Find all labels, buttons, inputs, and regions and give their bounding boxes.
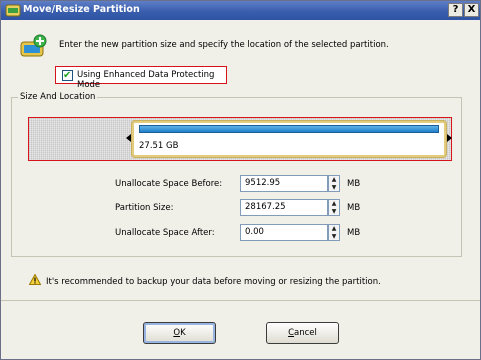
partition-size-field-label: Partition Size:: [115, 203, 174, 213]
help-button[interactable]: ?: [448, 3, 463, 17]
warning-text: It's recommended to backup your data bef…: [46, 277, 381, 287]
cancel-label: ancel: [294, 328, 317, 338]
spin-down-icon[interactable]: ▼: [329, 184, 339, 192]
size-location-title: Size And Location: [18, 92, 98, 102]
enhanced-data-protecting-checkbox[interactable]: ✔: [62, 70, 73, 81]
spin-up-icon[interactable]: ▲: [329, 225, 339, 233]
unallocated-before-input[interactable]: 9512.95: [240, 175, 328, 192]
intro-text: Enter the new partition size and specify…: [59, 40, 389, 50]
partition-size-spinner[interactable]: ▲ ▼: [328, 199, 340, 216]
footer-divider: [1, 300, 480, 301]
unallocated-after-unit: MB: [347, 228, 361, 238]
unallocated-after-label: Unallocate Space After:: [115, 228, 215, 238]
close-button[interactable]: X: [464, 3, 479, 17]
title-bar[interactable]: Move/Resize Partition ? X: [1, 1, 480, 20]
spin-up-icon[interactable]: ▲: [329, 200, 339, 208]
partition-used-bar: [139, 125, 439, 133]
partition-block[interactable]: 27.51 GB: [132, 121, 446, 157]
move-resize-dialog: Move/Resize Partition ? X Enter the new …: [0, 0, 481, 360]
ok-button[interactable]: OK: [143, 322, 216, 344]
spin-down-icon[interactable]: ▼: [329, 233, 339, 241]
unallocated-before-spinner[interactable]: ▲ ▼: [328, 175, 340, 192]
left-resize-handle[interactable]: [126, 134, 131, 142]
ok-label: K: [180, 328, 186, 338]
partition-size-unit: MB: [347, 203, 361, 213]
unallocated-after-input[interactable]: 0.00: [240, 224, 328, 241]
spin-down-icon[interactable]: ▼: [329, 208, 339, 216]
cancel-button[interactable]: Cancel: [266, 322, 339, 344]
partition-tool-icon: [5, 4, 21, 17]
partition-size-input[interactable]: 28167.25: [240, 199, 328, 216]
enhanced-data-protecting-option[interactable]: ✔ Using Enhanced Data Protecting Mode: [55, 66, 227, 90]
unallocated-after-spinner[interactable]: ▲ ▼: [328, 224, 340, 241]
checkmark-icon: ✔: [63, 70, 72, 81]
resize-partition-icon: [20, 34, 47, 57]
warning-icon: [29, 274, 41, 285]
spin-up-icon[interactable]: ▲: [329, 176, 339, 184]
right-resize-handle[interactable]: [447, 134, 452, 142]
partition-size-label: 27.51 GB: [139, 141, 179, 151]
enhanced-data-protecting-label: Using Enhanced Data Protecting Mode: [77, 70, 215, 90]
unallocated-before-label: Unallocate Space Before:: [115, 179, 223, 189]
unallocated-before-unit: MB: [347, 179, 361, 189]
window-title: Move/Resize Partition: [23, 4, 140, 15]
